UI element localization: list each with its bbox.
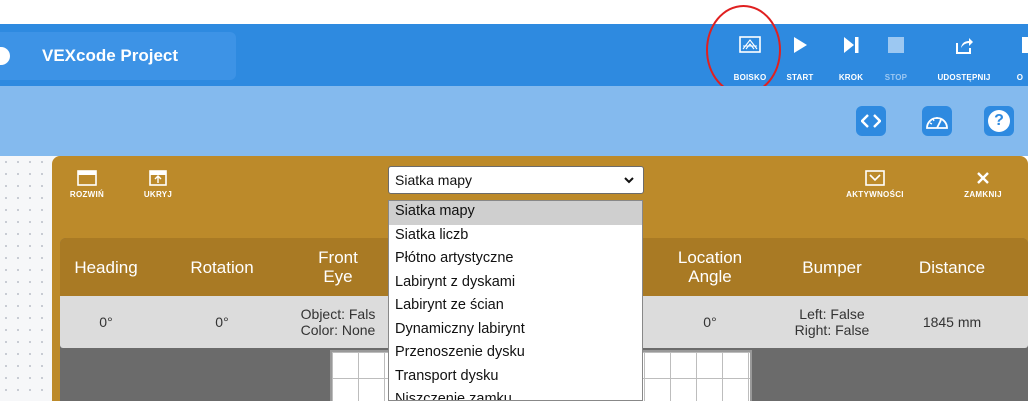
dashboard-icon [926, 117, 948, 129]
blocks-workspace[interactable] [0, 156, 60, 401]
hide-button[interactable]: UKRYJ [138, 170, 178, 199]
app-root: VEXcode Project BOISKO START KROK STOP U… [0, 0, 1028, 401]
header-front-eye: Front Eye [318, 248, 358, 286]
hide-label: UKRYJ [143, 190, 173, 199]
project-name-box[interactable]: VEXcode Project [0, 32, 236, 80]
highlight-circle [706, 5, 781, 95]
dropdown-option[interactable]: Przenoszenie dysku [389, 342, 642, 366]
close-label: ZAMKNIJ [964, 190, 1002, 199]
code-view-button[interactable] [856, 106, 886, 136]
stop-label: STOP [884, 73, 908, 82]
close-icon [977, 172, 989, 184]
project-icon [0, 47, 10, 65]
close-button[interactable]: ZAMKNIJ [956, 170, 1010, 199]
stop-icon [888, 37, 904, 53]
value-distance: 1845 mm [922, 314, 982, 330]
help-button[interactable]: ? [984, 106, 1014, 136]
dropdown-option[interactable]: Transport dysku [389, 366, 642, 390]
value-location-angle: 0° [703, 314, 717, 330]
dropdown-option[interactable]: Dynamiczny labirynt [389, 319, 642, 343]
playground-select[interactable]: Siatka mapy [388, 166, 644, 194]
step-icon [844, 37, 859, 53]
value-rotation: 0° [215, 314, 229, 330]
play-icon [794, 37, 807, 53]
dropdown-option[interactable]: Niszczenie zamku [389, 389, 642, 400]
playground-dropdown-list: Siatka mapy Siatka liczb Płótno artystyc… [388, 200, 643, 401]
value-heading: 0° [99, 314, 113, 330]
share-icon [956, 38, 973, 54]
dropdown-option[interactable]: Siatka mapy [389, 201, 642, 225]
expand-label: ROZWIŃ [69, 190, 105, 199]
dashboard-button[interactable] [922, 106, 952, 136]
share-button[interactable]: UDOSTĘPNIJ [934, 32, 994, 82]
header-bumper: Bumper [802, 257, 862, 277]
expand-icon [77, 170, 97, 186]
header-distance: Distance [918, 257, 986, 277]
code-icon [861, 114, 881, 128]
share-label: UDOSTĘPNIJ [937, 73, 991, 82]
step-button[interactable]: KROK [832, 32, 870, 82]
dropdown-option[interactable]: Płótno artystyczne [389, 248, 642, 272]
step-label: KROK [838, 73, 864, 82]
hide-icon [149, 170, 167, 186]
activities-icon [865, 170, 885, 186]
overflow-button[interactable]: O [1012, 32, 1028, 82]
activities-button[interactable]: AKTYWNOŚCI [840, 170, 910, 199]
overflow-label: O [1016, 73, 1024, 82]
value-front-eye: Object: Fals Color: None [300, 306, 376, 338]
header-rotation: Rotation [190, 257, 254, 277]
secondary-toolbar: ? [0, 86, 1028, 156]
activities-label: AKTYWNOŚCI [846, 190, 904, 199]
header-heading: Heading [74, 257, 138, 277]
dropdown-option[interactable]: Labirynt z dyskami [389, 272, 642, 296]
header-location-angle: Location Angle [677, 248, 743, 286]
project-title: VEXcode Project [42, 46, 179, 65]
start-label: START [786, 73, 814, 82]
chevron-down-icon [624, 177, 634, 184]
help-icon: ? [988, 110, 1010, 132]
expand-button[interactable]: ROZWIŃ [64, 170, 110, 199]
overflow-icon [1022, 37, 1028, 53]
top-toolbar: VEXcode Project BOISKO START KROK STOP U… [0, 24, 1028, 86]
start-button[interactable]: START [780, 32, 820, 82]
dropdown-option[interactable]: Labirynt ze ścian [389, 295, 642, 319]
dropdown-option[interactable]: Siatka liczb [389, 225, 642, 249]
playground-select-value: Siatka mapy [395, 172, 473, 188]
value-bumper: Left: False Right: False [794, 306, 870, 338]
stop-button[interactable]: STOP [878, 32, 914, 82]
